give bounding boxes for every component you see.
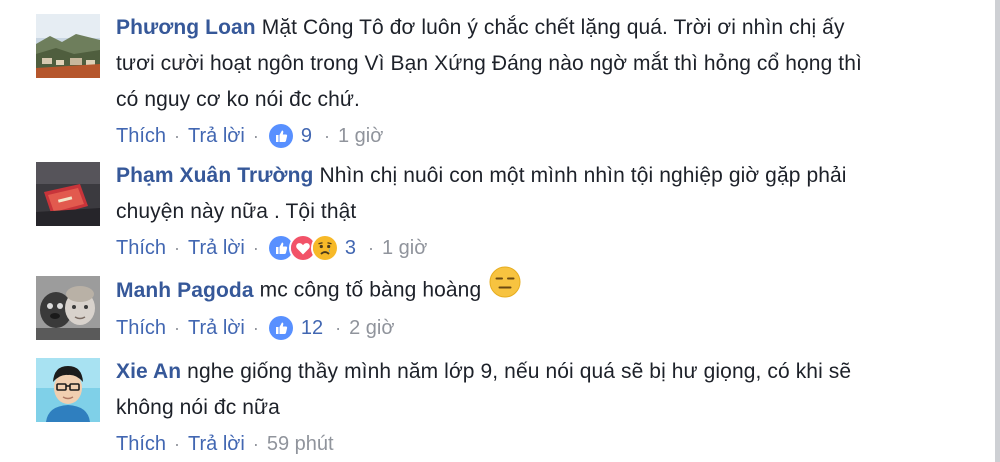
comment-actions: Thích · Trả lời · 12 · 2 giờ — [116, 314, 976, 342]
comment-body: Phương Loan Mặt Công Tô đơ luôn ý chắc ch… — [116, 14, 976, 150]
comment-line: nghe giống thầy mình năm lớp 9, nếu nói … — [187, 360, 852, 383]
comment-text: Xie An nghe giống thầy mình năm lớp 9, nế… — [116, 354, 976, 426]
comment-actions: Thích · Trả lời · 3 · 1 giờ — [116, 234, 976, 262]
comment-line: Nhìn chị nuôi con một mình nhìn tội nghi… — [319, 164, 847, 187]
like-button[interactable]: Thích — [116, 314, 166, 342]
timestamp[interactable]: 1 giờ — [382, 234, 427, 262]
reactions-summary[interactable]: 3 — [266, 234, 356, 262]
separator-dot: · — [252, 238, 259, 258]
separator-dot: · — [252, 434, 259, 454]
avatar[interactable] — [36, 14, 100, 78]
reply-button[interactable]: Trả lời — [188, 122, 245, 150]
like-button[interactable]: Thích — [116, 430, 166, 458]
timestamp[interactable]: 59 phút — [267, 430, 334, 458]
comment-author[interactable]: Phạm Xuân Trường — [116, 164, 313, 187]
comment-actions: Thích · Trả lời · 9 · 1 giờ — [116, 122, 976, 150]
separator-dot: · — [252, 318, 259, 338]
reply-button[interactable]: Trả lời — [188, 234, 245, 262]
comment-body: Xie An nghe giống thầy mình năm lớp 9, nế… — [116, 358, 976, 458]
comment-author[interactable]: Phương Loan — [116, 16, 256, 39]
reaction-count: 12 — [300, 317, 324, 339]
comment-author[interactable]: Manh Pagoda — [116, 279, 254, 302]
reactions-summary[interactable]: 9 — [266, 122, 312, 150]
reply-button[interactable]: Trả lời — [188, 314, 245, 342]
separator-dot: · — [252, 126, 259, 146]
timestamp[interactable]: 2 giờ — [349, 314, 394, 342]
comment-text: Manh Pagoda mc công tố bàng hoàng — [116, 266, 976, 310]
reply-button[interactable]: Trả lời — [188, 430, 245, 458]
page-edge-divider — [995, 0, 1000, 462]
separator-dot: · — [335, 318, 342, 338]
reaction-count: 9 — [300, 125, 312, 147]
separator-dot: · — [367, 238, 374, 258]
like-icon — [266, 314, 295, 342]
comment-text: Phạm Xuân Trường Nhìn chị nuôi con một mì… — [116, 158, 976, 230]
separator-dot: · — [174, 126, 181, 146]
avatar[interactable] — [36, 162, 100, 226]
comment-body: Manh Pagoda mc công tố bàng hoàng Thích ·… — [116, 266, 976, 342]
separator-dot: · — [174, 318, 181, 338]
comment-actions: Thích · Trả lời · 59 phút — [116, 430, 976, 458]
sad-icon — [310, 234, 339, 262]
like-button[interactable]: Thích — [116, 234, 166, 262]
comment-line: chuyện này nữa . Tội thật — [116, 200, 357, 223]
reactions-summary[interactable]: 12 — [266, 314, 324, 342]
separator-dot: · — [174, 434, 181, 454]
comment-author[interactable]: Xie An — [116, 360, 181, 383]
separator-dot: · — [323, 126, 330, 146]
like-button[interactable]: Thích — [116, 122, 166, 150]
separator-dot: · — [174, 238, 181, 258]
comment-line: mc công tố bàng hoàng — [259, 278, 482, 302]
reaction-count: 3 — [344, 237, 356, 259]
comment-body: Phạm Xuân Trường Nhìn chị nuôi con một mì… — [116, 162, 976, 262]
avatar[interactable] — [36, 358, 100, 422]
like-icon — [266, 122, 295, 150]
avatar[interactable] — [36, 276, 100, 340]
comment-text: Phương Loan Mặt Công Tô đơ luôn ý chắc ch… — [116, 10, 976, 118]
comment-line: có nguy cơ ko nói đc chứ. — [116, 88, 360, 111]
comment-line: Mặt Công Tô đơ luôn ý chắc chết lặng quá… — [261, 16, 845, 39]
timestamp[interactable]: 1 giờ — [338, 122, 383, 150]
comment-line: tươi cười hoạt ngôn trong Vì Bạn Xứng Đá… — [116, 52, 862, 75]
comment-line: không nói đc nữa — [116, 396, 280, 419]
expressionless-face-icon — [489, 266, 521, 310]
